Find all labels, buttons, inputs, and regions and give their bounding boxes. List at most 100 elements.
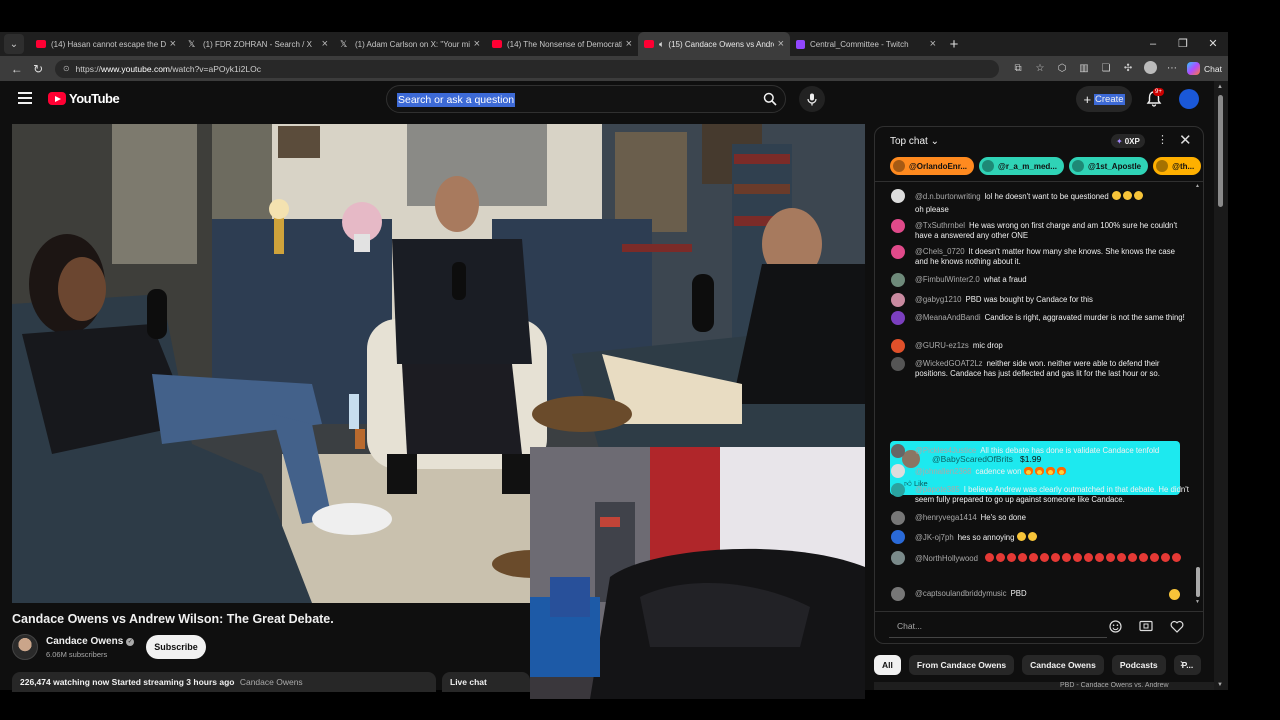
chat-author-avatar[interactable] <box>891 311 905 325</box>
minimize-icon[interactable]: – <box>1138 32 1168 56</box>
browser-tab[interactable]: 𝕏 (1) FDR ZOHRAN - Search / X × <box>182 32 334 56</box>
scroll-up-arrow-icon[interactable]: ▲ <box>1217 84 1223 90</box>
live-chat-tab[interactable]: Live chat <box>442 672 530 692</box>
copilot-chat-button[interactable]: Chat <box>1187 62 1222 75</box>
video-description-box[interactable]: 226,474 watching now Started streaming 3… <box>12 672 436 692</box>
youtube-logo[interactable]: YouTube <box>48 91 120 106</box>
pinned-supporter-chip[interactable]: @1st_Apostle <box>1068 157 1149 175</box>
search-input[interactable]: Search or ask a question <box>386 85 786 113</box>
profile-icon[interactable] <box>1139 60 1161 77</box>
chat-message[interactable]: @TxSuthrnbel He was wrong on first charge… <box>889 219 1189 240</box>
browser-tab[interactable]: 𝕏 (1) Adam Carlson on X: "Your mile × <box>334 32 486 56</box>
chat-author-avatar[interactable] <box>891 273 905 287</box>
chat-scrollbar[interactable]: ▲ ▼ <box>1195 183 1201 607</box>
filter-chip[interactable]: From Candace Owens <box>908 655 1015 675</box>
chat-message[interactable]: @henryvega1414 He's so done <box>889 511 1189 525</box>
extensions-puzzle-icon[interactable]: ✣ <box>1117 63 1139 74</box>
voice-search-button[interactable] <box>799 86 825 112</box>
back-icon[interactable]: ← <box>6 62 27 76</box>
search-button[interactable] <box>759 89 781 109</box>
pinned-supporter-chip[interactable]: @r_a_m_med... <box>979 157 1064 175</box>
chat-author-avatar[interactable] <box>891 530 905 544</box>
chat-message[interactable]: @WickedGOAT2Lz neither side won. neither … <box>889 357 1189 378</box>
chat-author[interactable]: @MeanaAndBandi <box>915 313 981 322</box>
chat-scrollbar-thumb[interactable] <box>1196 567 1200 597</box>
chat-message[interactable]: @NorthHollywood <box>889 551 1189 565</box>
chat-author[interactable]: @papote385 <box>915 485 960 494</box>
browser-tab[interactable]: (14) The Nonsense of Democratic × <box>486 32 638 56</box>
chat-input[interactable]: Chat... <box>889 616 1107 638</box>
address-bar[interactable]: ⊙ https://www.youtube.com/watch?v=aPOyk1… <box>54 59 1000 78</box>
page-scrollbar[interactable]: ▲ ▼ <box>1214 81 1228 690</box>
extension-icon[interactable]: ⬡ <box>1051 63 1073 74</box>
reload-icon[interactable]: ↻ <box>27 62 48 76</box>
menu-hamburger-icon[interactable] <box>18 92 32 104</box>
collections-icon[interactable]: ❏ <box>1095 63 1117 74</box>
chat-author[interactable]: @FimbulWinter2.0 <box>915 275 980 284</box>
app-install-icon[interactable]: ⧉ <box>1007 63 1029 74</box>
chat-author-avatar[interactable] <box>891 511 905 525</box>
chat-author[interactable]: @d.n.burtonwriting <box>915 192 981 201</box>
chat-author[interactable]: @Pickles4Justice <box>915 446 976 455</box>
chat-message[interactable]: @MeanaAndBandi Candice is right, aggravat… <box>889 311 1189 325</box>
tab-close-icon[interactable]: × <box>322 38 328 50</box>
chat-author-avatar[interactable] <box>891 189 905 203</box>
split-screen-icon[interactable]: ▥ <box>1073 63 1095 74</box>
browser-tab[interactable]: 🔈︎ (15) Candace Owens vs Andrew × <box>638 32 790 56</box>
chat-author-avatar[interactable] <box>891 357 905 371</box>
channel-avatar[interactable] <box>12 634 38 660</box>
account-avatar[interactable] <box>1179 89 1199 109</box>
favorite-star-icon[interactable]: ☆ <box>1029 63 1051 74</box>
subscribe-button[interactable]: Subscribe <box>146 635 206 659</box>
chat-message[interactable]: @papote385 I believe Andrew was clearly o… <box>889 483 1189 504</box>
create-button[interactable]: + Create <box>1076 86 1132 112</box>
scroll-down-arrow-icon[interactable]: ▼ <box>1217 682 1223 688</box>
chat-message[interactable]: @Chels_0720 It doesn't matter how many sh… <box>889 245 1189 266</box>
reaction-emoji-icon[interactable] <box>1169 589 1180 600</box>
filter-chip[interactable]: Candace Owens <box>1022 655 1104 675</box>
chat-author[interactable]: @Chels_0720 <box>915 247 965 256</box>
chat-author-avatar[interactable] <box>891 339 905 353</box>
tab-audio-icon[interactable]: 🔈︎ <box>659 39 664 50</box>
chat-message[interactable]: @captsoulandbriddymusic PBD <box>889 587 1189 601</box>
pinned-supporter-chip[interactable]: @th... <box>1153 157 1202 175</box>
chat-author[interactable]: @gabyg1210 <box>915 295 962 304</box>
chat-author[interactable]: @JK-oj7ph <box>915 533 954 542</box>
chat-author-avatar[interactable] <box>891 464 905 478</box>
chat-author[interactable]: @johnallen2368 <box>915 467 971 476</box>
chat-author-avatar[interactable] <box>891 444 905 458</box>
close-chat-icon[interactable]: ✕ <box>1179 131 1192 149</box>
chat-author-avatar[interactable] <box>891 587 905 601</box>
chat-message[interactable]: @d.n.burtonwriting lol he doesn't want to… <box>889 189 1189 203</box>
tab-close-icon[interactable]: × <box>474 38 480 50</box>
pinned-supporter-chip[interactable]: @OrlandoEnr... <box>890 157 975 175</box>
filter-chip[interactable]: All <box>874 655 901 675</box>
super-chat-button[interactable] <box>1137 617 1155 635</box>
channel-name-link[interactable]: Candace Owens ✓ <box>46 636 135 647</box>
chat-author-avatar[interactable] <box>891 483 905 497</box>
chevron-right-icon[interactable]: › <box>1180 656 1184 670</box>
tab-close-icon[interactable]: × <box>626 38 632 50</box>
chat-message[interactable]: @johnallen2368 cadence won <box>889 464 1189 478</box>
chat-scroll-up-icon[interactable]: ▲ <box>1195 183 1200 189</box>
chat-author[interactable]: @NorthHollywood <box>915 554 978 563</box>
chat-message[interactable]: @JK-oj7ph hes so annoying <box>889 530 1189 544</box>
more-menu-icon[interactable]: ⋯ <box>1161 63 1183 74</box>
tab-close-icon[interactable]: × <box>170 38 176 50</box>
chat-author-avatar[interactable] <box>891 219 905 233</box>
chat-author-avatar[interactable] <box>891 245 905 259</box>
tab-search-button[interactable]: ⌄ <box>4 34 24 54</box>
page-scrollbar-thumb[interactable] <box>1218 95 1223 207</box>
chat-author[interactable]: @TxSuthrnbel <box>915 221 965 230</box>
tab-close-icon[interactable]: × <box>930 38 936 50</box>
related-preview[interactable]: PBD - Candace Owens vs. Andrew <box>874 682 1214 690</box>
new-tab-button[interactable]: + <box>942 36 966 53</box>
tab-close-icon[interactable]: × <box>778 38 784 50</box>
chat-author[interactable]: @GURU-ez1zs <box>915 341 969 350</box>
chat-message[interactable]: oh please <box>889 203 1189 215</box>
browser-tab[interactable]: Central_Committee - Twitch × <box>790 32 942 56</box>
chat-author-avatar[interactable] <box>891 293 905 307</box>
filter-chip[interactable]: P... <box>1173 655 1202 675</box>
heart-button[interactable] <box>1168 617 1186 635</box>
chat-scroll-down-icon[interactable]: ▼ <box>1195 599 1200 605</box>
